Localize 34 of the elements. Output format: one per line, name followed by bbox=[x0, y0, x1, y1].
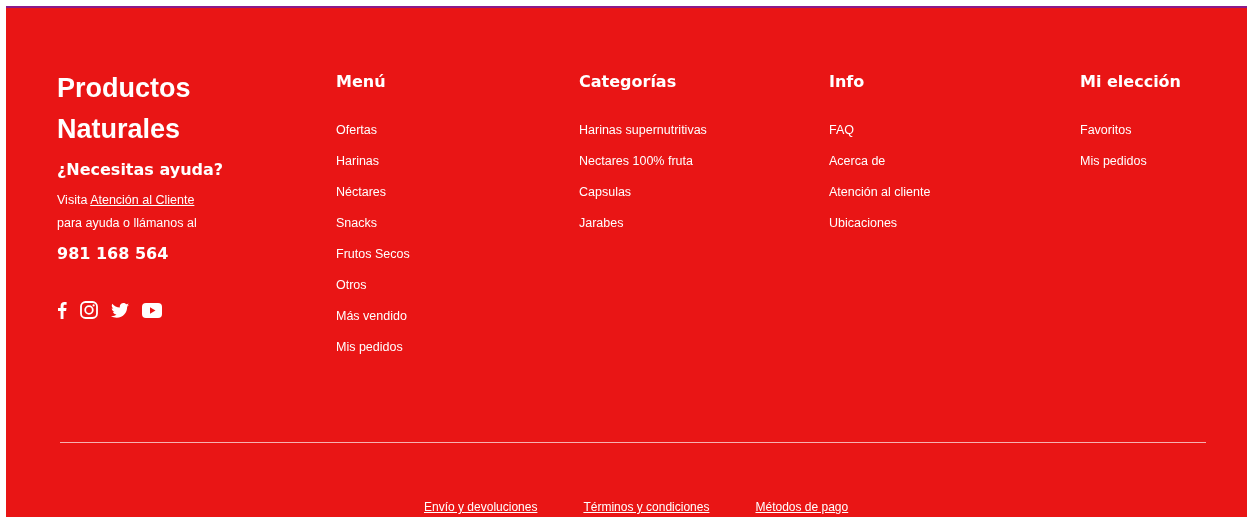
footer-link[interactable]: Favoritos bbox=[1080, 122, 1132, 138]
footer-link[interactable]: Otros bbox=[336, 277, 367, 293]
footer-link[interactable]: Néctares bbox=[336, 184, 387, 200]
brand-title: Productos Naturales bbox=[57, 72, 192, 146]
footer-link[interactable]: Jarabes bbox=[579, 215, 624, 231]
footer-link[interactable]: Mis pedidos bbox=[1080, 153, 1147, 169]
phone-number: 981 168 564 bbox=[57, 244, 170, 263]
twitter-icon[interactable] bbox=[111, 302, 129, 318]
footer-link[interactable]: Frutos Secos bbox=[336, 246, 410, 262]
footer-link[interactable]: Más vendido bbox=[336, 308, 407, 324]
footer-link[interactable]: Capsulas bbox=[579, 184, 632, 200]
footer-link[interactable]: Snacks bbox=[336, 215, 377, 231]
instagram-icon[interactable] bbox=[80, 301, 98, 319]
column-heading: Info bbox=[829, 72, 865, 91]
footer-link[interactable]: Mis pedidos bbox=[336, 339, 403, 355]
youtube-icon[interactable] bbox=[142, 302, 162, 318]
footer-link[interactable]: FAQ bbox=[829, 122, 854, 138]
footer-link[interactable]: Envío y devoluciones bbox=[424, 500, 538, 514]
footer-link[interactable]: Ubicaciones bbox=[829, 215, 898, 231]
footer-link[interactable]: Términos y condiciones bbox=[583, 500, 710, 514]
column-heading: Mi elección bbox=[1080, 72, 1181, 91]
footer-link[interactable]: Harinas bbox=[336, 153, 380, 169]
column-heading: Categorías bbox=[579, 72, 677, 91]
column-heading: Menú bbox=[336, 72, 386, 91]
footer-link[interactable]: Atención al cliente bbox=[829, 184, 931, 200]
footer-link[interactable]: Ofertas bbox=[336, 122, 377, 138]
customer-service-link[interactable]: Atención al Cliente bbox=[90, 193, 195, 207]
footer-link[interactable]: Acerca de bbox=[829, 153, 886, 169]
help-text: Visita Atención al Cliente para ayuda o llámanos al bbox=[57, 192, 198, 232]
facebook-icon[interactable] bbox=[57, 301, 67, 319]
footer-link[interactable]: Harinas supernutritivas bbox=[579, 122, 707, 138]
footer-link[interactable]: Métodos de pago bbox=[755, 500, 849, 514]
footer-link[interactable]: Nectares 100% fruta bbox=[579, 153, 693, 169]
help-heading: ¿Necesitas ayuda? bbox=[57, 160, 225, 179]
